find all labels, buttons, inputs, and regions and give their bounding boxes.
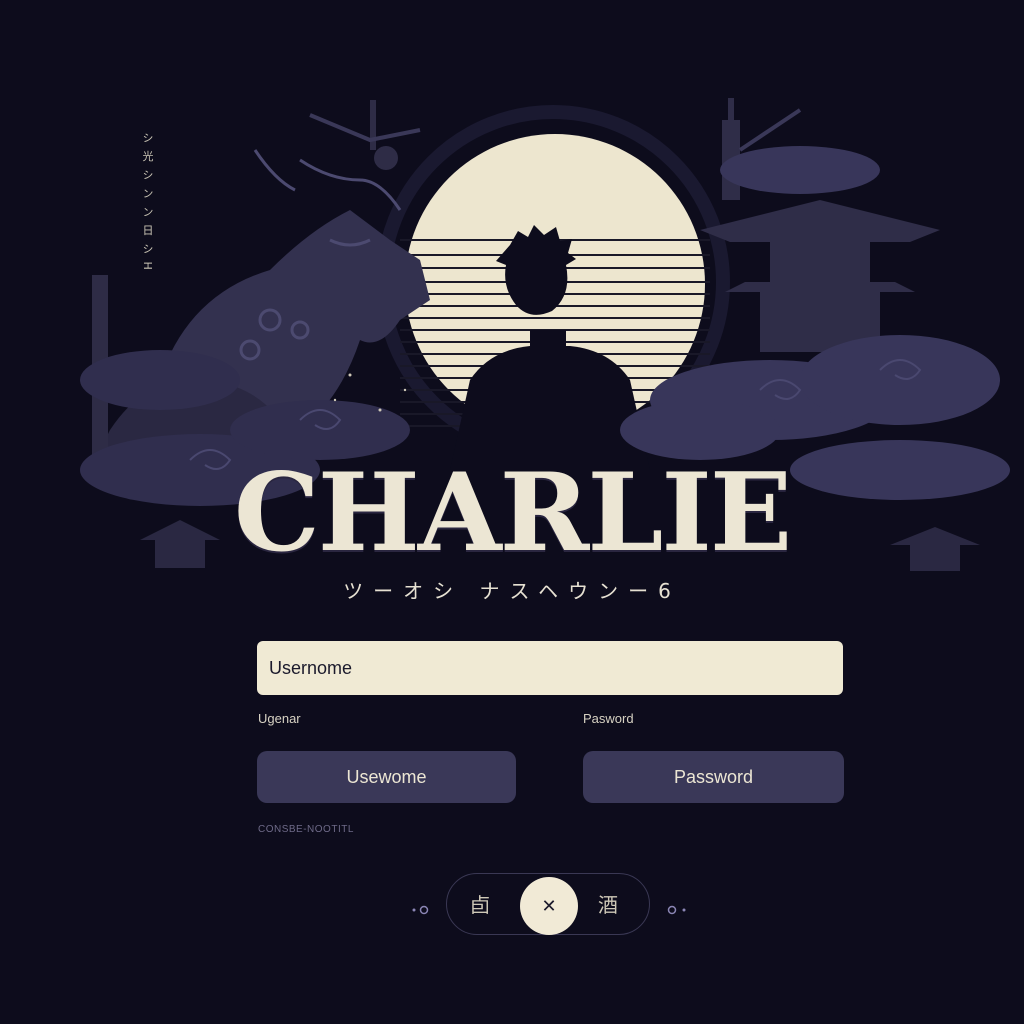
pager-right-indicator — [667, 905, 686, 915]
username-button[interactable]: Usewome — [257, 751, 516, 803]
password-button[interactable]: Password — [583, 751, 844, 803]
app-title: CHARLIE — [233, 450, 792, 576]
pager-left-indicator — [412, 905, 429, 915]
temple — [700, 98, 940, 352]
app-subtitle: ツーオシ ナスヘウンー6 — [343, 579, 681, 603]
password-label: Pasword — [583, 711, 634, 726]
pager-center-button[interactable]: ✕ — [520, 877, 578, 935]
close-icon: ✕ — [541, 895, 557, 917]
vertical-japanese-text: シ 光 シ ン ン 日 シ H — [141, 132, 154, 272]
footer-small-link[interactable]: CONSBE-NOOTITL — [258, 824, 354, 835]
pager-next-glyph[interactable]: 酒 — [598, 889, 618, 918]
pager-prev-glyph[interactable]: 卣 — [470, 889, 490, 918]
username-input[interactable] — [257, 641, 843, 695]
login-screen: シ 光 シ ン ン 日 シ H CHARLIE ツーオシ ナスヘウンー6 Uge… — [0, 0, 1024, 1024]
username-label: Ugenar — [258, 711, 301, 726]
